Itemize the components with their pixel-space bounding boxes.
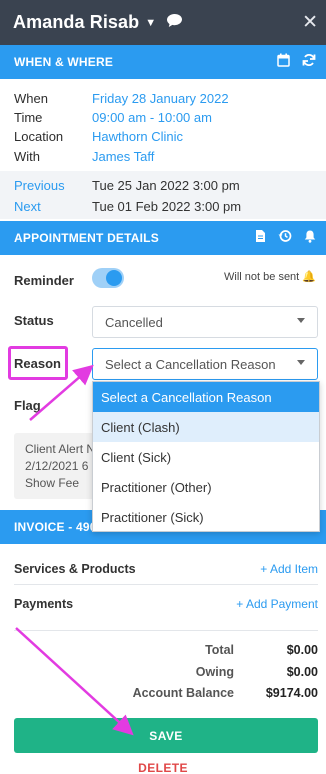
dropdown-option[interactable]: Client (Sick) bbox=[93, 442, 319, 472]
dropdown-option[interactable]: Practitioner (Sick) bbox=[93, 502, 319, 532]
alert-text-line2: 2/12/2021 6 bbox=[25, 459, 89, 473]
payments-label: Payments bbox=[14, 597, 74, 611]
when-value[interactable]: Friday 28 January 2022 bbox=[92, 91, 229, 106]
owing-label: Owing bbox=[195, 665, 234, 679]
with-value[interactable]: James Taff bbox=[92, 149, 154, 164]
chat-icon[interactable] bbox=[166, 13, 183, 33]
close-icon[interactable]: ✕ bbox=[302, 11, 318, 34]
document-icon[interactable] bbox=[255, 229, 266, 246]
reason-dropdown-list: Select a Cancellation Reason Client (Cla… bbox=[92, 381, 320, 532]
when-label: When bbox=[14, 91, 48, 106]
total-label: Total bbox=[205, 643, 234, 657]
owing-value: $0.00 bbox=[286, 665, 318, 679]
top-bar: Amanda Risab ▼ ✕ bbox=[0, 0, 326, 45]
appointment-details-header: APPOINTMENT DETAILS bbox=[0, 221, 326, 255]
bell-icon[interactable] bbox=[304, 229, 316, 246]
delete-button[interactable]: DELETE bbox=[0, 761, 326, 774]
services-label: Services & Products bbox=[14, 562, 136, 576]
chevron-down-icon bbox=[297, 360, 305, 365]
balance-value: $9174.00 bbox=[265, 686, 318, 700]
alert-text-line3: Show Fee bbox=[25, 476, 80, 490]
next-link[interactable]: Next bbox=[14, 199, 41, 214]
section-title: WHEN & WHERE bbox=[14, 55, 114, 69]
reminder-toggle[interactable] bbox=[92, 268, 124, 288]
time-value[interactable]: 09:00 am - 10:00 am bbox=[92, 110, 212, 125]
flag-label: Flag bbox=[14, 398, 41, 413]
client-name[interactable]: Amanda Risab bbox=[13, 12, 139, 33]
reason-label: Reason bbox=[14, 356, 61, 371]
previous-link[interactable]: Previous bbox=[14, 178, 65, 193]
history-icon[interactable] bbox=[278, 229, 292, 246]
location-value[interactable]: Hawthorn Clinic bbox=[92, 129, 183, 144]
dropdown-option[interactable]: Select a Cancellation Reason bbox=[93, 382, 319, 412]
next-value: Tue 01 Feb 2022 3:00 pm bbox=[92, 199, 242, 214]
chevron-down-icon bbox=[297, 318, 305, 323]
divider bbox=[14, 630, 318, 631]
balance-label: Account Balance bbox=[132, 686, 234, 700]
dropdown-option[interactable]: Practitioner (Other) bbox=[93, 472, 319, 502]
section-title: INVOICE - 490 bbox=[14, 520, 97, 534]
time-label: Time bbox=[14, 110, 43, 125]
status-value: Cancelled bbox=[105, 315, 163, 330]
reminder-label: Reminder bbox=[14, 273, 74, 288]
add-item-link[interactable]: + Add Item bbox=[260, 562, 318, 576]
with-label: With bbox=[14, 149, 40, 164]
when-where-header: WHEN & WHERE bbox=[0, 45, 326, 79]
refresh-icon[interactable] bbox=[302, 53, 316, 70]
reason-select[interactable]: Select a Cancellation Reason bbox=[92, 348, 318, 380]
alert-text-line1: Client Alert N bbox=[25, 442, 96, 456]
annotation-arrow bbox=[15, 627, 134, 736]
section-title: APPOINTMENT DETAILS bbox=[14, 231, 159, 245]
chevron-down-icon[interactable]: ▼ bbox=[145, 17, 156, 29]
bell-icon: 🔔 bbox=[302, 271, 316, 283]
status-select[interactable]: Cancelled bbox=[92, 306, 318, 338]
status-label: Status bbox=[14, 313, 54, 328]
previous-value: Tue 25 Jan 2022 3:00 pm bbox=[92, 178, 240, 193]
total-value: $0.00 bbox=[286, 643, 318, 657]
dropdown-option[interactable]: Client (Clash) bbox=[93, 412, 319, 442]
calendar-icon[interactable] bbox=[277, 53, 290, 70]
save-button[interactable]: SAVE bbox=[14, 718, 318, 753]
not-sent-status: Will not be sent 🔔 bbox=[224, 270, 316, 283]
location-label: Location bbox=[14, 129, 64, 144]
reason-placeholder: Select a Cancellation Reason bbox=[105, 357, 276, 372]
add-payment-link[interactable]: + Add Payment bbox=[236, 597, 318, 611]
divider bbox=[14, 584, 318, 585]
not-sent-text: Will not be sent bbox=[224, 271, 300, 283]
